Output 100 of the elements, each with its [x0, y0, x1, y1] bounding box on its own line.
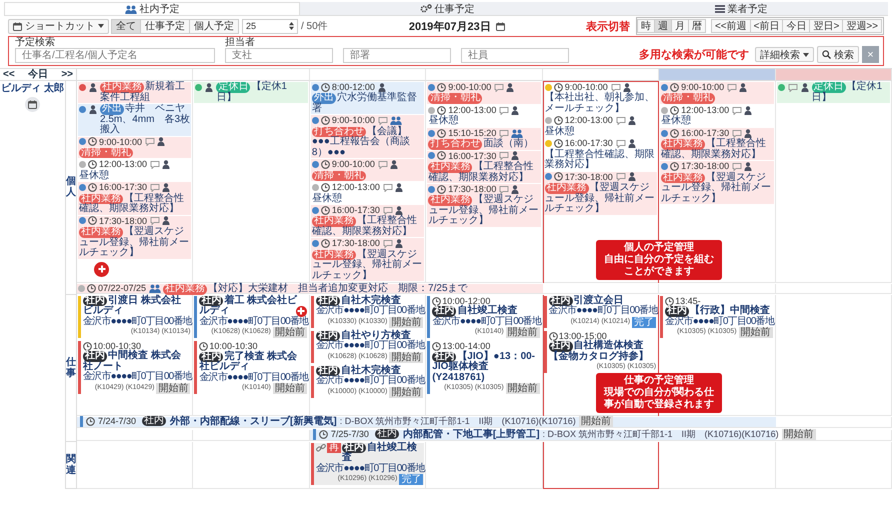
plus-icon	[96, 264, 106, 274]
schedule-entry[interactable]: 16:00-17:30 社内業務 【工程整合性確認、期限業務対応】	[427, 150, 541, 184]
schedule-entry[interactable]: 16:00-17:30 社内業務 【工程整合性確認、期限業務対応】	[310, 205, 424, 238]
address-text: 金沢市●●●●町0丁目00番地	[316, 306, 424, 317]
filter-button[interactable]: 個人予定	[189, 18, 239, 34]
status-badge: 開始前	[738, 327, 773, 338]
entry-text: 【本社出社、朝礼参加、メールチェック】	[544, 93, 656, 114]
search-field[interactable]: 部署	[343, 48, 451, 63]
time-text: 07/22-07/25	[98, 283, 146, 294]
entry-text: 社内業務 【翌週スケジュール登録、帰社前メールチェック】	[661, 172, 772, 204]
clock-icon	[554, 139, 563, 148]
page-size-select[interactable]: 25	[242, 18, 298, 34]
time-text: 16:00-17:30	[681, 128, 730, 138]
filter-button[interactable]: 全て	[111, 18, 141, 34]
schedule-entry[interactable]: 16:00-17:30 【工程整合性確認、期限業務対応】	[544, 138, 658, 171]
tab[interactable]: 仕事予定	[300, 2, 594, 15]
time-text: 9:00-10:00	[448, 82, 492, 92]
schedule-entry[interactable]: 15:10-15:20 打ち合わせ 面談（南）	[427, 128, 541, 150]
entry-text: 外出 穴水労働基準監督署	[312, 93, 418, 114]
clock-icon	[88, 183, 97, 192]
calendar-icon	[28, 100, 37, 109]
clock-icon	[320, 82, 330, 92]
nav-button[interactable]: <<前週	[710, 19, 751, 33]
search-field[interactable]: 仕事名/工程名/個人予定名	[15, 48, 215, 63]
category-badge: 清掃・朝礼	[79, 148, 133, 158]
schedule-entry[interactable]: 16:00-17:30 社内業務 【工程整合性確認、期限業務対応】	[660, 128, 774, 160]
search-button[interactable]: 検索	[817, 46, 859, 63]
time-text: 9:00-10:00	[681, 82, 724, 92]
entry-text: 社内業務 【工程整合性確認、期限業務対応】	[79, 194, 185, 215]
clock-icon	[86, 416, 95, 426]
tab[interactable]: 社内予定	[4, 2, 300, 15]
schedule-entry[interactable]: 9:00-10:00 清掃・朝礼	[310, 159, 424, 182]
nav-button[interactable]: <前日	[750, 19, 784, 33]
search-field[interactable]: 支社	[225, 48, 333, 63]
schedule-entry[interactable]: 8:00-12:00 外出 穴水労働基準監督署	[310, 82, 424, 114]
group-icon	[124, 4, 136, 14]
sort-arrows-icon	[289, 22, 294, 30]
clock-icon	[320, 206, 330, 215]
shortcut-dropdown[interactable]: ショートカット	[8, 18, 109, 34]
schedule-entry[interactable]: 17:30-18:00 社内業務 【翌週スケジュール登録、帰社前メールチェック】	[427, 184, 541, 227]
status-badge: 開始前	[389, 316, 424, 328]
calendar-button[interactable]	[25, 97, 40, 112]
schedule-entry[interactable]: 9:00-10:00 清掃・朝礼	[427, 82, 541, 104]
schedule-entry[interactable]: 9:00-10:00 清掃・朝礼	[78, 136, 192, 158]
job-title: 外部・内部配線・スリーブ[新興電気]	[170, 416, 337, 427]
calendar-nav-button[interactable]: <<	[0, 69, 18, 80]
clock-icon	[437, 106, 446, 115]
time-text: 9:00-10:00	[332, 115, 375, 126]
schedule-entry[interactable]: 17:30-18:00 社内業務 【翌週スケジュール登録、帰社前メールチェック】	[78, 216, 192, 259]
schedule-entry[interactable]: 16:00-17:30 社内業務 【工程整合性確認、期限業務対応】	[78, 182, 192, 215]
clock-icon	[88, 137, 97, 146]
clock-icon	[320, 116, 330, 126]
address-text: 金沢市●●●●町0丁目00番地	[432, 316, 540, 327]
time-text: 13:00-14:00	[442, 341, 490, 352]
schedule-entry[interactable]: 17:30-18:00 社内業務 【翌週スケジュール登録、帰社前メールチェック】	[660, 161, 774, 204]
category-badge: 清掃・朝礼	[312, 170, 366, 182]
time-text: 12:00-13:00	[564, 115, 613, 126]
entry-text: 昼休憩	[79, 170, 110, 182]
search-icon	[822, 50, 831, 59]
nav-button[interactable]: 今日	[782, 19, 810, 33]
status-badge: 完了	[632, 316, 656, 328]
field-label: 担当者	[225, 37, 256, 48]
nav-button[interactable]: 翌日>	[809, 19, 844, 33]
calendar-button[interactable]	[496, 22, 505, 30]
status-badge: 開始前	[156, 382, 190, 394]
entry-text: 昼休憩	[312, 194, 343, 204]
view-button[interactable]: 時	[636, 19, 655, 33]
view-button[interactable]: 暦	[688, 19, 706, 33]
time-text: 12:00-13:00	[332, 182, 380, 192]
entry-text: 【工程整合性確認、期限業務対応】	[544, 150, 656, 171]
filter-button[interactable]: 仕事予定	[140, 18, 190, 34]
section-label: 関連	[66, 454, 76, 476]
time-text: 16:00-17:30	[564, 138, 613, 148]
nav-button[interactable]: 翌週>>	[842, 19, 882, 33]
clock-icon	[88, 216, 97, 226]
tab[interactable]: 業者予定	[594, 2, 888, 15]
callout-text: 個人の予定管理	[622, 242, 696, 254]
clock-icon	[670, 106, 680, 115]
add-button[interactable]	[94, 262, 109, 277]
page-total: / 50件	[301, 20, 328, 33]
status-badge: 開始前	[506, 383, 540, 394]
schedule-entry[interactable]: 17:30-18:00 社内業務 【翌週スケジュール登録、帰社前メールチェック】	[310, 238, 424, 282]
clock-icon	[437, 82, 446, 92]
time-text: 9:00-10:00	[99, 136, 142, 146]
address-text: 金沢市●●●●町0丁目00番地	[83, 316, 190, 328]
calendar-nav-button[interactable]: >>	[58, 69, 76, 80]
detail-search-dropdown[interactable]: 詳細検索	[755, 47, 814, 62]
view-button[interactable]: 週	[654, 19, 672, 33]
status-badge: 開始前	[272, 327, 307, 338]
clock-icon	[432, 342, 442, 352]
schedule-entry[interactable]: 17:30-18:00 社内業務 【翌週スケジュール登録、帰社前メールチェック】	[544, 172, 658, 215]
address-text: 金沢市●●●●町0丁目00番地	[548, 306, 656, 317]
schedule-entry[interactable]: 9:00-10:00 清掃・朝礼	[660, 82, 774, 104]
schedule-entry[interactable]: 9:00-10:00 打ち合わせ 【会議】●●●工程報告会（商談8）●●●	[310, 115, 424, 158]
view-button[interactable]: 月	[670, 19, 689, 33]
callout-text: 現場での自分が関わる仕	[604, 386, 714, 398]
calendar-nav-button[interactable]: 今日	[25, 69, 51, 80]
clock-icon	[432, 296, 442, 306]
search-field[interactable]: 社員	[461, 48, 569, 63]
clock-icon	[554, 116, 563, 126]
